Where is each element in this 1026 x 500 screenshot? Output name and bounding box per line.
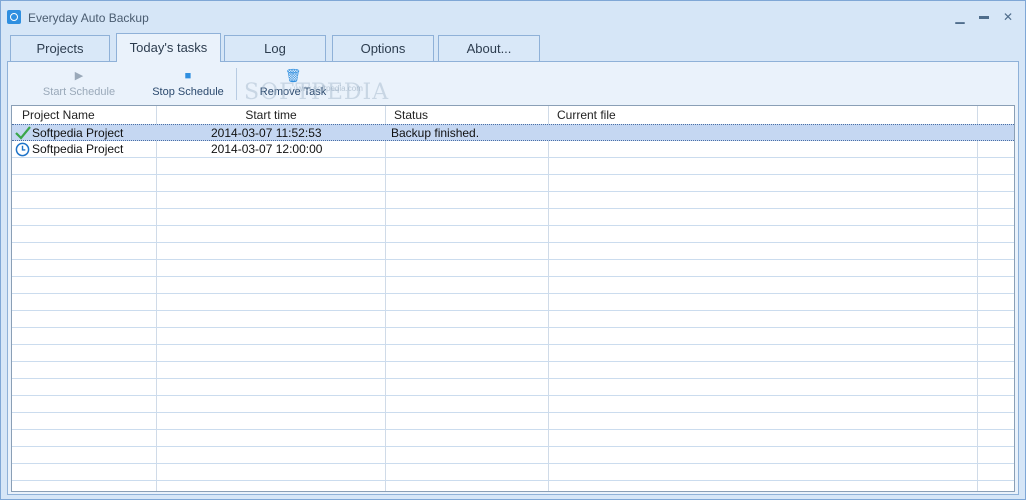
clock-icon — [15, 142, 30, 157]
close-icon[interactable]: ✕ — [997, 7, 1019, 27]
col-status[interactable]: Status — [386, 106, 549, 124]
play-icon: ▶ — [74, 70, 84, 82]
table-row — [12, 345, 1014, 362]
table-row — [12, 209, 1014, 226]
check-icon — [15, 126, 31, 140]
toolbar: ▶ Start Schedule ■ Stop Schedule 🗑 Remov… — [8, 62, 1018, 105]
table-row — [12, 430, 1014, 447]
table-row — [12, 379, 1014, 396]
table-row — [12, 277, 1014, 294]
table-row — [12, 243, 1014, 260]
table-row — [12, 362, 1014, 379]
tab-log[interactable]: Log — [224, 35, 326, 61]
table-row — [12, 413, 1014, 430]
cell-project: Softpedia Project — [32, 126, 124, 140]
table-row — [12, 226, 1014, 243]
watermark-subtext: www.softpedia.com — [294, 84, 363, 93]
toolbar-separator — [236, 68, 237, 100]
col-current-file[interactable]: Current file — [549, 106, 978, 124]
table-row — [12, 294, 1014, 311]
start-schedule-button[interactable]: ▶ Start Schedule — [24, 62, 134, 104]
table-row — [12, 260, 1014, 277]
stop-icon: ■ — [184, 70, 192, 82]
table-header: Project Name Start time Status Current f… — [12, 106, 1014, 125]
stop-schedule-label: Stop Schedule — [152, 86, 224, 98]
tab-options[interactable]: Options — [332, 35, 434, 61]
title-bar: Everyday Auto Backup ▁ ▬ ✕ — [1, 1, 1025, 33]
app-clock-icon — [7, 10, 21, 24]
table-row — [12, 396, 1014, 413]
table-row — [12, 311, 1014, 328]
table-row — [12, 192, 1014, 209]
table-row — [12, 175, 1014, 192]
table-row — [12, 447, 1014, 464]
cell-status: Backup finished. — [391, 126, 480, 140]
maximize-icon[interactable]: ▬ — [973, 7, 995, 27]
todays-tasks-panel: ▶ Start Schedule ■ Stop Schedule 🗑 Remov… — [7, 61, 1019, 495]
window-title: Everyday Auto Backup — [28, 11, 149, 25]
cell-project: Softpedia Project — [32, 142, 124, 156]
cell-start-time: 2014-03-07 11:52:53 — [211, 126, 322, 140]
table-row — [12, 464, 1014, 481]
table-row[interactable]: Softpedia Project 2014-03-07 12:00:00 — [12, 141, 1014, 158]
tab-bar: Projects Today's tasks Log Options About… — [1, 33, 1025, 62]
stop-schedule-button[interactable]: ■ Stop Schedule — [134, 62, 242, 104]
table-row — [12, 328, 1014, 345]
table-body: Softpedia Project 2014-03-07 11:52:53 Ba… — [12, 124, 1014, 481]
col-start-time[interactable]: Start time — [157, 106, 386, 124]
app-window: Everyday Auto Backup ▁ ▬ ✕ Projects Toda… — [0, 0, 1026, 500]
col-project-name[interactable]: Project Name — [12, 106, 157, 124]
cell-start-time: 2014-03-07 12:00:00 — [211, 142, 323, 156]
tasks-table: Project Name Start time Status Current f… — [11, 105, 1015, 492]
start-schedule-label: Start Schedule — [42, 86, 116, 98]
table-row[interactable]: Softpedia Project 2014-03-07 11:52:53 Ba… — [12, 124, 1014, 141]
minimize-icon[interactable]: ▁ — [949, 7, 971, 27]
tab-todays-tasks[interactable]: Today's tasks — [116, 33, 221, 62]
tab-about[interactable]: About... — [438, 35, 540, 61]
tab-projects[interactable]: Projects — [10, 35, 110, 61]
table-row — [12, 158, 1014, 175]
